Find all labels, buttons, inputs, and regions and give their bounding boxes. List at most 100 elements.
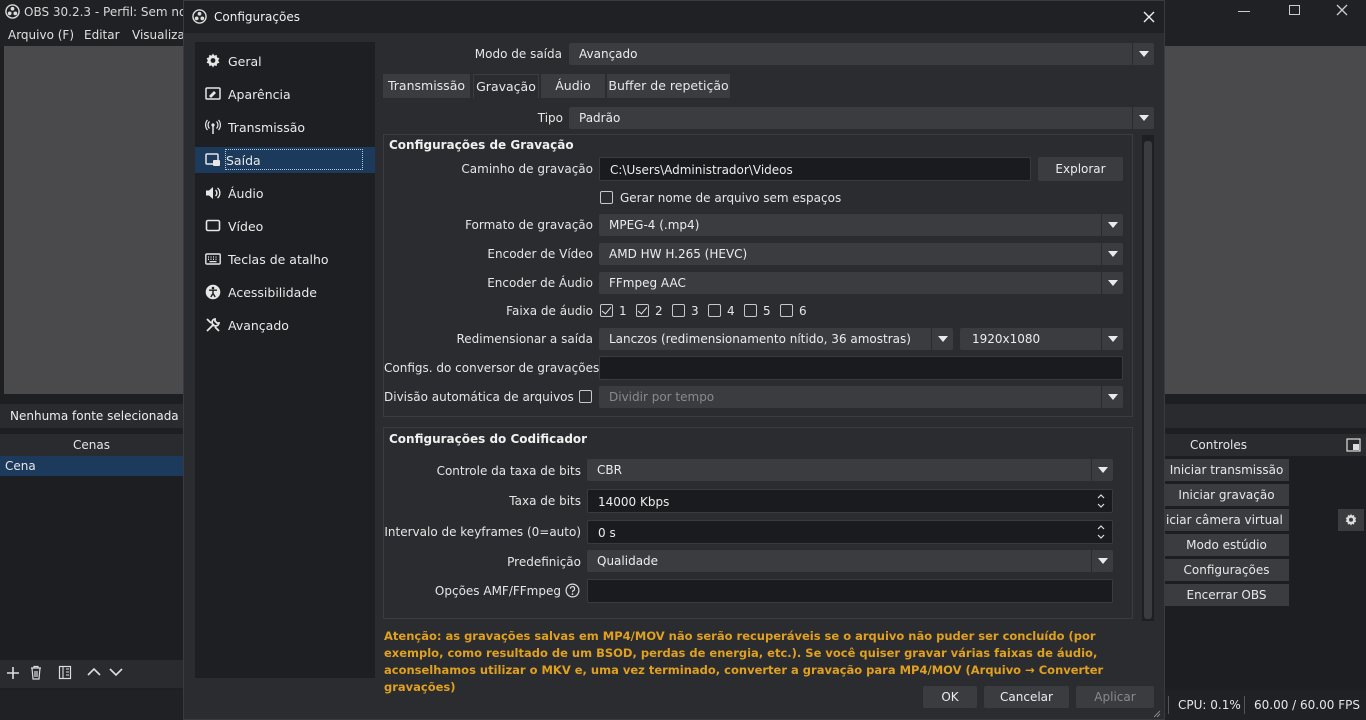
start-streaming-button[interactable]: Iniciar transmissão: [1164, 459, 1289, 481]
type-label: Tipo: [537, 111, 563, 125]
close-icon[interactable]: [1142, 10, 1156, 24]
chevron-down-icon: [1101, 214, 1123, 236]
sidebar-item-aparencia[interactable]: Aparência: [195, 81, 375, 107]
recording-path-input[interactable]: C:\Users\Administrador\Videos: [599, 157, 1031, 181]
move-up-icon[interactable]: [87, 667, 101, 677]
tab-buffer-repeticao[interactable]: Buffer de repetição: [607, 74, 730, 98]
minimize-icon[interactable]: [1238, 11, 1250, 12]
scene-item[interactable]: Cena: [0, 456, 183, 476]
chevron-down-icon: [1091, 550, 1113, 572]
monitor-icon: [205, 218, 221, 234]
output-mode-select[interactable]: Avançado: [569, 43, 1154, 65]
tab-transmissao[interactable]: Transmissão: [383, 74, 470, 98]
chevron-down-icon: [1132, 43, 1154, 65]
sidebar-item-audio[interactable]: Áudio: [195, 180, 375, 206]
ok-button[interactable]: OK: [923, 686, 977, 708]
rescale-resolution-select[interactable]: 1920x1080: [960, 328, 1123, 350]
recording-format-select[interactable]: MPEG-4 (.mp4): [599, 214, 1123, 236]
sidebar-item-transmissao[interactable]: Transmissão: [195, 114, 375, 140]
recording-settings-title: Configurações de Gravação: [389, 138, 574, 152]
sidebar-item-video[interactable]: Vídeo: [195, 213, 375, 239]
chevron-down-icon: [1101, 272, 1123, 294]
tab-audio[interactable]: Áudio: [541, 74, 605, 98]
audio-track-5-label: 5: [763, 304, 771, 318]
spin-arrows-icon[interactable]: [1096, 523, 1106, 541]
move-down-icon[interactable]: [109, 667, 123, 677]
encoder-settings-title: Configurações do Codificador: [389, 432, 588, 446]
sidebar-item-label: Vídeo: [228, 219, 264, 234]
keyframe-interval-label: Intervalo de keyframes (0=auto): [384, 525, 581, 539]
sidebar-item-acessibilidade[interactable]: Acessibilidade: [195, 279, 375, 305]
status-divider: [1168, 696, 1169, 714]
no-spaces-checkbox[interactable]: [600, 191, 613, 204]
scene-toolbar: [0, 660, 183, 688]
keyframe-interval-spinbox[interactable]: 0 s: [587, 520, 1113, 544]
sidebar-item-teclas[interactable]: Teclas de atalho: [195, 246, 375, 272]
audio-track-1-checkbox[interactable]: [600, 304, 613, 317]
audio-track-3-checkbox[interactable]: [672, 304, 685, 317]
audio-track-5-checkbox[interactable]: [744, 304, 757, 317]
settings-dialog: Configurações Geral Aparência Transmissã…: [183, 0, 1165, 720]
tab-gravacao[interactable]: Gravação: [473, 74, 539, 98]
exit-button[interactable]: Encerrar OBS: [1164, 584, 1289, 606]
rate-control-value: CBR: [597, 463, 622, 477]
menu-arquivo[interactable]: Arquivo (F): [8, 28, 74, 42]
virtual-camera-settings-button[interactable]: [1338, 509, 1364, 531]
sidebar-item-label: Teclas de atalho: [228, 252, 329, 267]
bitrate-value: 14000 Kbps: [598, 495, 670, 509]
video-encoder-select[interactable]: AMD HW H.265 (HEVC): [599, 243, 1123, 265]
dialog-titlebar: Configurações: [184, 1, 1164, 33]
close-icon[interactable]: [1335, 3, 1349, 17]
filter-icon[interactable]: [58, 665, 72, 680]
preset-select[interactable]: Qualidade: [587, 550, 1113, 572]
studio-mode-button[interactable]: Modo estúdio: [1164, 534, 1289, 556]
start-recording-button[interactable]: Iniciar gravação: [1164, 484, 1289, 506]
start-virtual-camera-button[interactable]: iciar câmera virtual: [1164, 509, 1289, 531]
resize-grip-icon[interactable]: [1151, 708, 1161, 718]
audio-track-2-label: 2: [655, 304, 663, 318]
recording-type-select[interactable]: Padrão: [569, 107, 1154, 129]
audio-encoder-select[interactable]: FFmpeg AAC: [599, 272, 1123, 294]
chevron-down-icon: [1091, 459, 1113, 481]
help-icon[interactable]: [565, 583, 580, 598]
undock-icon[interactable]: [1346, 438, 1361, 452]
autosplit-type-value: Dividir por tempo: [609, 390, 715, 404]
muxer-settings-label: Configs. do conversor de gravações: [384, 361, 600, 375]
keyboard-icon: [205, 251, 221, 267]
muxer-settings-input[interactable]: [599, 356, 1123, 380]
audio-track-2-checkbox[interactable]: [636, 304, 649, 317]
trash-icon[interactable]: [29, 665, 43, 680]
menu-editar[interactable]: Editar: [84, 28, 120, 42]
sidebar-item-geral[interactable]: Geral: [195, 48, 375, 74]
audio-track-3-label: 3: [691, 304, 699, 318]
sidebar-item-saida[interactable]: Saída: [195, 147, 375, 173]
add-icon[interactable]: [6, 666, 20, 680]
rate-control-select[interactable]: CBR: [587, 459, 1113, 481]
bitrate-spinbox[interactable]: 14000 Kbps: [587, 489, 1113, 513]
controls-header: Controles: [1164, 434, 1366, 456]
controls-title: Controles: [1190, 438, 1248, 452]
preset-value: Qualidade: [597, 554, 659, 568]
main-window-title: OBS 30.2.3 - Perfil: Sem nome: [24, 5, 206, 19]
cancel-button[interactable]: Cancelar: [984, 686, 1069, 708]
scrollbar-thumb[interactable]: [1144, 141, 1152, 619]
rescale-filter-select[interactable]: Lanczos (redimensionamento nítido, 36 am…: [599, 328, 953, 350]
audio-track-4-checkbox[interactable]: [708, 304, 721, 317]
audio-track-6-checkbox[interactable]: [780, 304, 793, 317]
audio-track-4-label: 4: [727, 304, 735, 318]
cpu-usage: CPU: 0.1%: [1178, 698, 1241, 712]
menu-visualizar[interactable]: Visualiza: [132, 28, 185, 42]
apply-button[interactable]: Aplicar: [1076, 686, 1154, 708]
scenes-header: Cenas: [0, 434, 183, 456]
amf-options-input[interactable]: [587, 579, 1113, 603]
maximize-icon[interactable]: [1289, 5, 1300, 15]
sidebar-item-avancado[interactable]: Avançado: [195, 312, 375, 338]
autosplit-type-select[interactable]: Dividir por tempo: [599, 386, 1123, 408]
rescale-filter-value: Lanczos (redimensionamento nítido, 36 am…: [609, 332, 911, 346]
autosplit-checkbox[interactable]: [579, 390, 592, 403]
spin-arrows-icon[interactable]: [1096, 492, 1106, 510]
sidebar-item-label: Avançado: [228, 318, 289, 333]
wrench-icon: [205, 317, 221, 333]
browse-button[interactable]: Explorar: [1038, 157, 1123, 181]
settings-button[interactable]: Configurações: [1164, 559, 1289, 581]
